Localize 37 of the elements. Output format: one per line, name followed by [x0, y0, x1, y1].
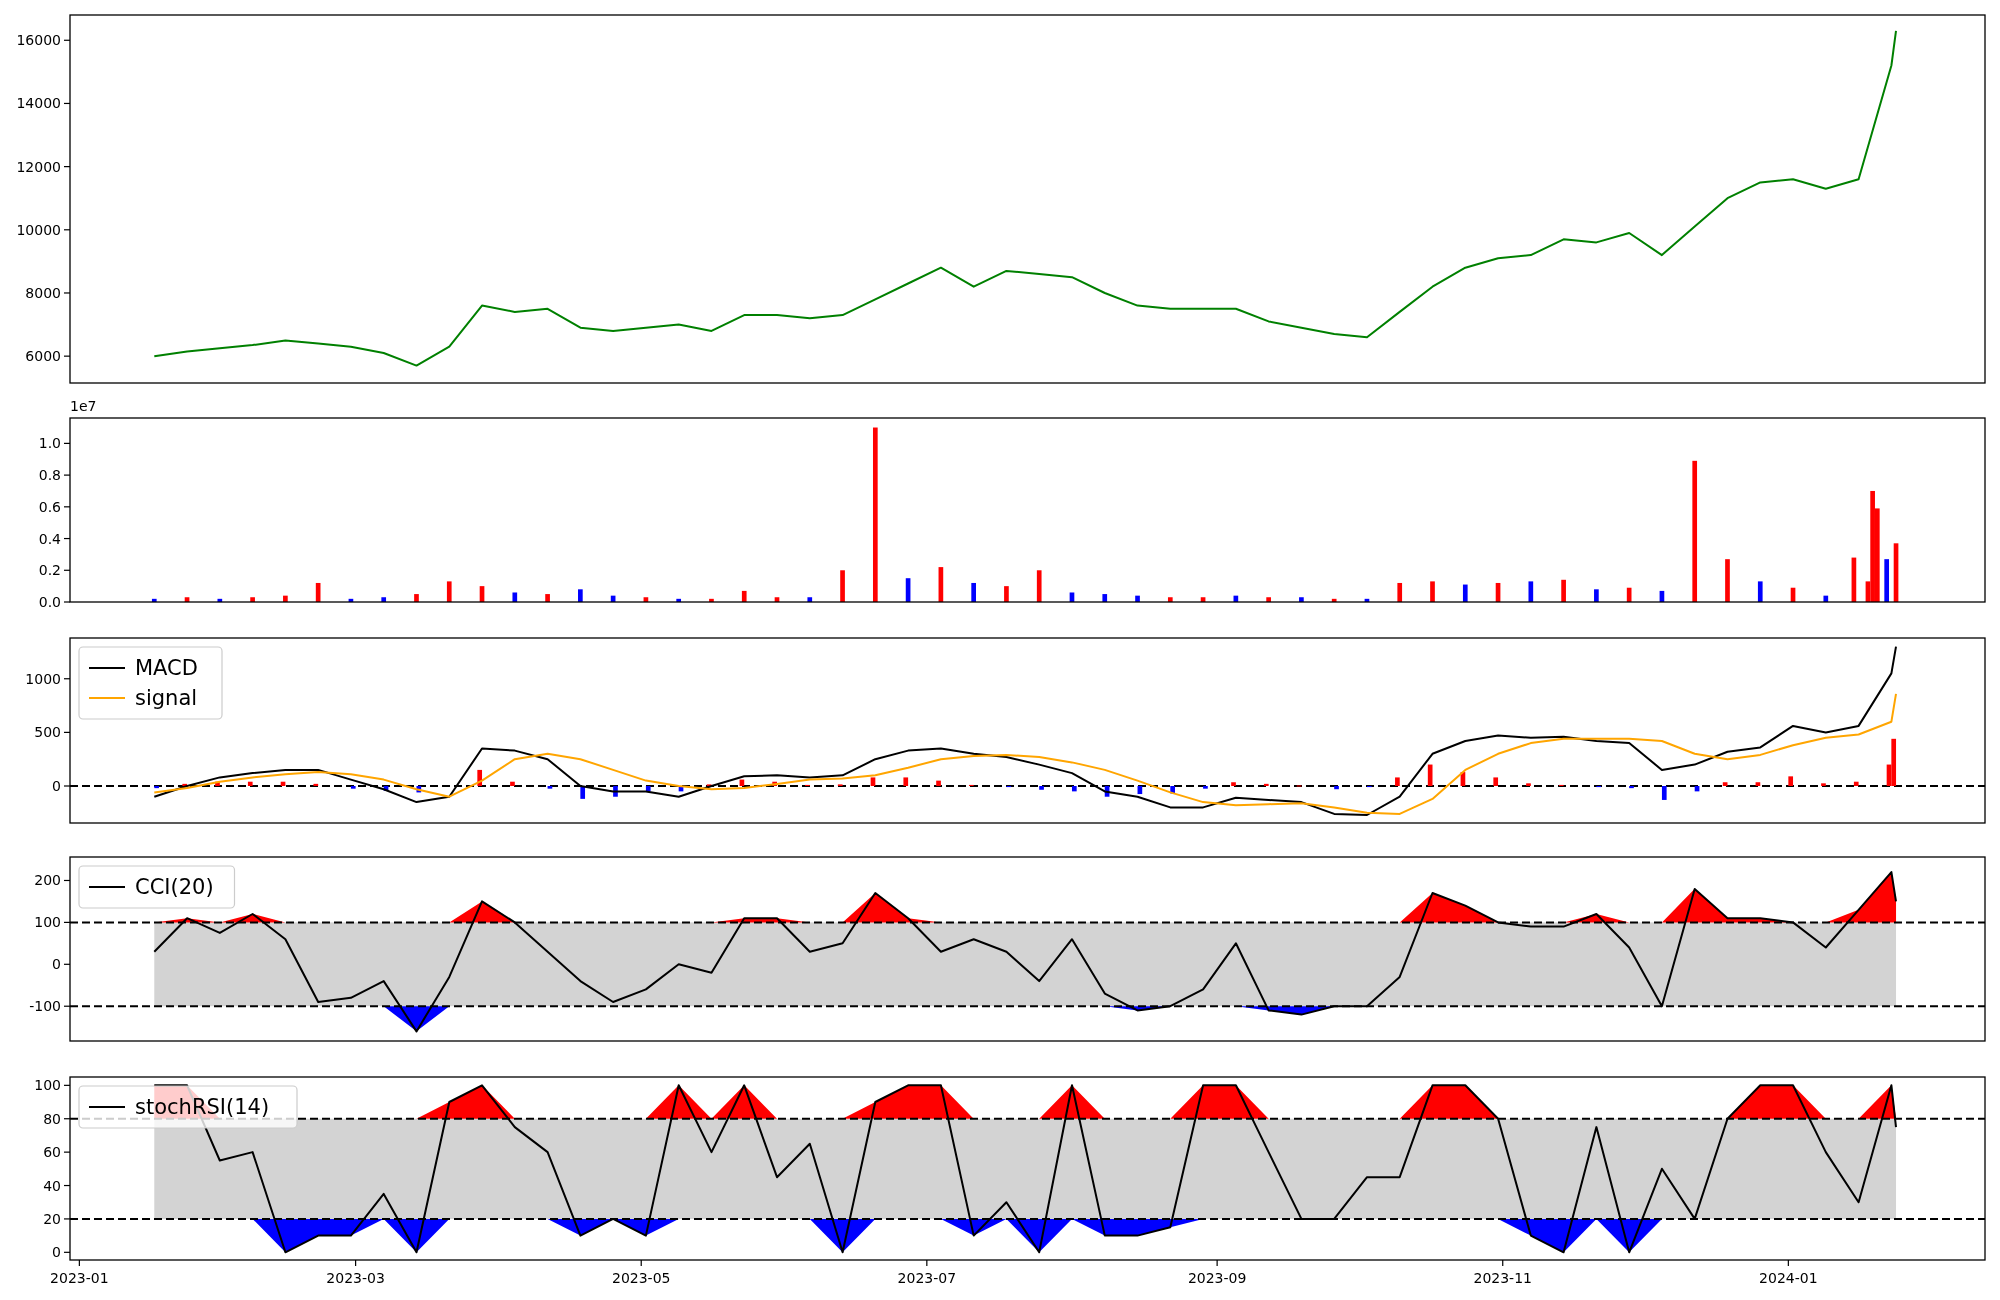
- tick-label: 0.6: [38, 498, 61, 515]
- tick-label: 10000: [16, 221, 61, 238]
- tick-label: 12000: [16, 158, 61, 175]
- tick-label: 0.8: [38, 467, 61, 484]
- tick-label: 20: [43, 1210, 61, 1227]
- tick-label: 6000: [25, 348, 61, 365]
- legend-label: signal: [135, 686, 198, 710]
- tick-label: 2024-01: [1759, 1270, 1818, 1286]
- tick-label: 8000: [25, 284, 61, 301]
- legend-label: CCI(20): [135, 875, 214, 899]
- tick-label: 0.2: [38, 562, 61, 579]
- tick-label: 0: [52, 956, 61, 973]
- tick-label: 40: [43, 1177, 61, 1194]
- tick-label: 0.0: [38, 594, 61, 610]
- legend-label: stochRSI(14): [135, 1095, 270, 1119]
- tick-label: 0: [52, 1244, 61, 1261]
- tick-label: 1.0: [38, 435, 61, 452]
- tick-label: 80: [43, 1110, 61, 1127]
- tick-label: 14000: [16, 95, 61, 112]
- tick-label: 100: [34, 1077, 61, 1094]
- tick-label: -100: [29, 998, 61, 1015]
- tick-label: 2023-11: [1473, 1270, 1532, 1286]
- tick-label: 2023-05: [611, 1270, 671, 1286]
- axis-offset-label: 1e7: [70, 398, 97, 414]
- tick-label: 500: [34, 724, 61, 741]
- tick-label: 16000: [16, 32, 61, 49]
- tick-label: 1000: [25, 670, 61, 687]
- tick-label: 0: [52, 778, 61, 794]
- tick-label: 2023-01: [50, 1270, 109, 1286]
- tick-label: 0.4: [38, 530, 61, 547]
- tick-label: 60: [43, 1144, 61, 1161]
- tick-label: 2023-07: [897, 1270, 957, 1286]
- tick-label: 2023-09: [1187, 1270, 1247, 1286]
- tick-label: 200: [34, 872, 61, 889]
- tick-label: 100: [34, 914, 61, 931]
- tick-label: 2023-03: [326, 1270, 385, 1286]
- legend-label: MACD: [135, 656, 198, 680]
